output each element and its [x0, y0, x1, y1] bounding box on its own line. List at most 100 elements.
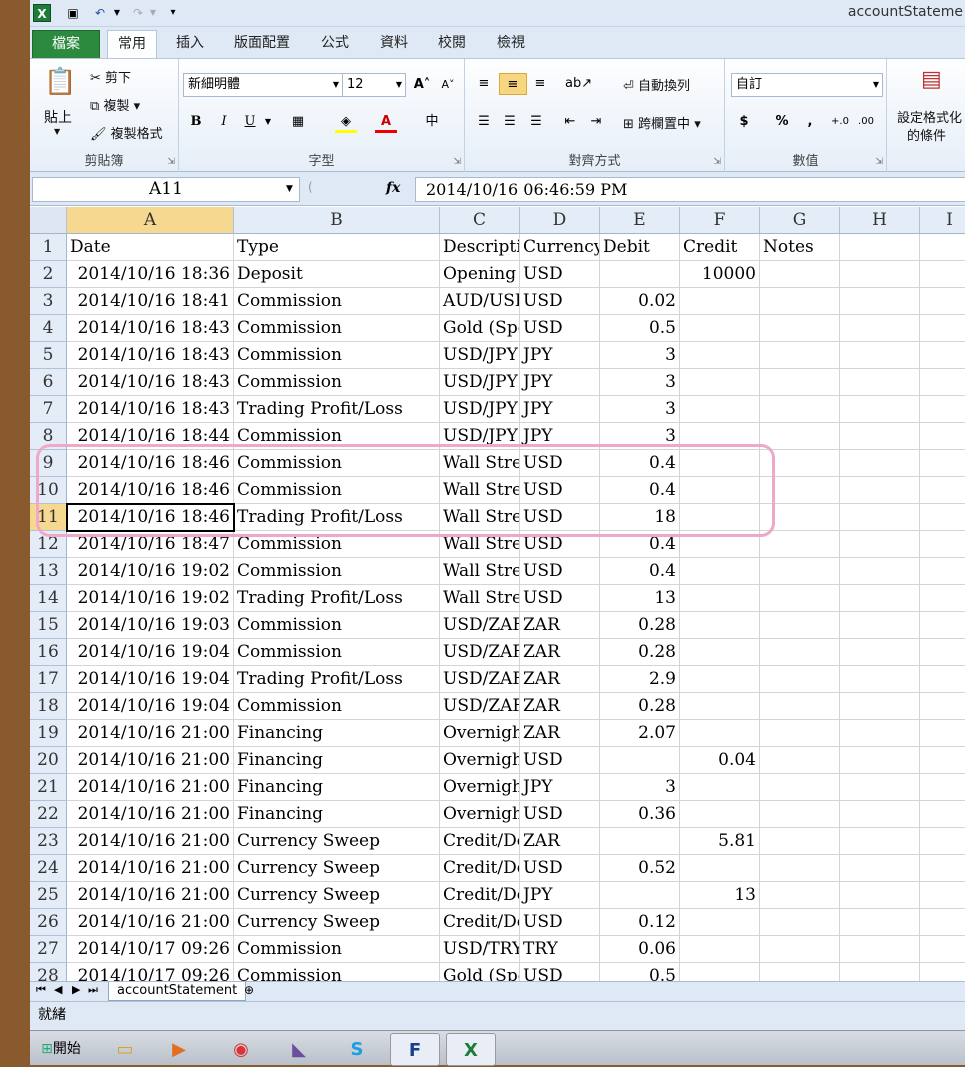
header-cell[interactable]: Date — [67, 234, 234, 261]
table-cell[interactable] — [840, 909, 920, 936]
table-cell[interactable]: 0.28 — [600, 612, 680, 639]
table-cell[interactable]: 2014/10/16 19:02 — [67, 585, 234, 612]
table-cell[interactable] — [760, 909, 840, 936]
table-cell[interactable]: Commission — [234, 963, 440, 981]
table-cell[interactable] — [920, 450, 965, 477]
row-header[interactable]: 20 — [30, 747, 67, 774]
format-painter-button[interactable]: 🖌 複製格式 — [90, 123, 163, 142]
table-cell[interactable] — [760, 774, 840, 801]
table-cell[interactable] — [840, 801, 920, 828]
table-cell[interactable] — [840, 963, 920, 981]
table-cell[interactable]: ZAR — [520, 720, 600, 747]
column-header-e[interactable]: E — [600, 207, 680, 234]
table-cell[interactable]: ZAR — [520, 666, 600, 693]
table-cell[interactable]: 2014/10/16 18:47 — [67, 531, 234, 558]
table-cell[interactable]: USD — [520, 450, 600, 477]
table-cell[interactable] — [760, 828, 840, 855]
table-cell[interactable]: 5.81 — [680, 828, 760, 855]
wrap-text-button[interactable]: ⏎ 自動換列 — [623, 75, 690, 94]
table-cell[interactable]: Financing — [234, 720, 440, 747]
table-cell[interactable]: Credit/Del — [440, 828, 520, 855]
table-cell[interactable]: ZAR — [520, 828, 600, 855]
table-cell[interactable]: Financing — [234, 747, 440, 774]
tab-layout[interactable]: 版面配置 — [224, 30, 300, 58]
table-cell[interactable]: Overnight — [440, 774, 520, 801]
comma-icon[interactable]: , — [799, 111, 821, 133]
table-cell[interactable] — [680, 774, 760, 801]
table-cell[interactable]: 3 — [600, 396, 680, 423]
table-cell[interactable] — [760, 639, 840, 666]
row-header[interactable]: 2 — [30, 261, 67, 288]
table-cell[interactable]: Commission — [234, 612, 440, 639]
table-cell[interactable] — [920, 423, 965, 450]
table-cell[interactable]: Opening E — [440, 261, 520, 288]
conditional-format-button[interactable]: 設定格式化 — [897, 107, 962, 126]
row-header[interactable]: 26 — [30, 909, 67, 936]
table-cell[interactable]: 2014/10/16 19:04 — [67, 666, 234, 693]
table-cell[interactable]: Wall Stree — [440, 558, 520, 585]
table-cell[interactable] — [760, 720, 840, 747]
table-cell[interactable]: ZAR — [520, 693, 600, 720]
table-cell[interactable]: 0.28 — [600, 639, 680, 666]
table-cell[interactable] — [840, 342, 920, 369]
number-launcher-icon[interactable]: ⇲ — [875, 157, 883, 167]
table-cell[interactable]: 0.4 — [600, 477, 680, 504]
header-cell[interactable]: Debit — [600, 234, 680, 261]
table-cell[interactable]: Currency Sweep — [234, 882, 440, 909]
name-box[interactable]: A11 — [32, 177, 300, 202]
table-cell[interactable] — [680, 558, 760, 585]
tab-data[interactable]: 資料 — [370, 30, 418, 58]
formula-input[interactable]: 2014/10/16 06:46:59 PM — [415, 177, 965, 202]
start-button[interactable]: ⊞開始 — [32, 1033, 90, 1066]
table-cell[interactable] — [920, 774, 965, 801]
align-middle-icon[interactable]: ≡ — [499, 73, 527, 95]
table-cell[interactable] — [920, 666, 965, 693]
table-cell[interactable]: 2014/10/16 18:41 — [67, 288, 234, 315]
table-cell[interactable]: AUD/USI — [440, 288, 520, 315]
table-cell[interactable]: USD/JPY — [440, 342, 520, 369]
sheet-tab-accountstatement[interactable]: accountStatement — [108, 982, 247, 1001]
table-cell[interactable]: Trading Profit/Loss — [234, 585, 440, 612]
table-cell[interactable]: USD/TRY — [440, 936, 520, 963]
table-cell[interactable] — [840, 747, 920, 774]
table-cell[interactable] — [760, 261, 840, 288]
align-center-icon[interactable]: ☰ — [499, 111, 521, 133]
table-cell[interactable]: 2014/10/16 18:46 — [67, 477, 234, 504]
table-cell[interactable] — [840, 720, 920, 747]
tab-formulas[interactable]: 公式 — [311, 30, 359, 58]
table-cell[interactable]: 2014/10/16 18:43 — [67, 369, 234, 396]
table-cell[interactable] — [920, 261, 965, 288]
table-cell[interactable]: 2.07 — [600, 720, 680, 747]
table-cell[interactable] — [920, 342, 965, 369]
table-cell[interactable]: USD/JPY — [440, 369, 520, 396]
column-header-g[interactable]: G — [760, 207, 840, 234]
table-cell[interactable] — [840, 693, 920, 720]
table-cell[interactable] — [680, 855, 760, 882]
table-cell[interactable] — [760, 801, 840, 828]
table-cell[interactable] — [760, 531, 840, 558]
align-right-icon[interactable]: ☰ — [525, 111, 547, 133]
row-header[interactable]: 5 — [30, 342, 67, 369]
table-cell[interactable]: 2014/10/16 19:04 — [67, 693, 234, 720]
table-cell[interactable]: Commission — [234, 531, 440, 558]
table-cell[interactable]: 0.36 — [600, 801, 680, 828]
prev-sheet-icon[interactable]: ◀ — [54, 983, 62, 996]
table-cell[interactable]: Credit/Del — [440, 909, 520, 936]
font-size-select[interactable]: 12 ▼ — [342, 73, 406, 97]
table-cell[interactable]: Wall Stree — [440, 477, 520, 504]
table-cell[interactable]: Commission — [234, 288, 440, 315]
paste-dropdown-icon[interactable]: ▼ — [54, 127, 60, 136]
table-cell[interactable]: Wall Stree — [440, 585, 520, 612]
column-header-f[interactable]: F — [680, 207, 760, 234]
table-cell[interactable]: 0.4 — [600, 450, 680, 477]
chrome-icon[interactable]: ◉ — [216, 1033, 266, 1066]
customize-qat-icon[interactable]: ▾ — [166, 4, 180, 22]
table-cell[interactable]: Financing — [234, 801, 440, 828]
font-size-dropdown-icon[interactable]: ▼ — [396, 74, 402, 96]
copy-button[interactable]: ⧉ 複製 ▾ — [90, 95, 140, 114]
table-cell[interactable]: USD — [520, 558, 600, 585]
save-icon[interactable]: ▣ — [64, 4, 82, 22]
table-cell[interactable] — [840, 666, 920, 693]
table-cell[interactable] — [840, 477, 920, 504]
header-cell[interactable]: Descriptio — [440, 234, 520, 261]
